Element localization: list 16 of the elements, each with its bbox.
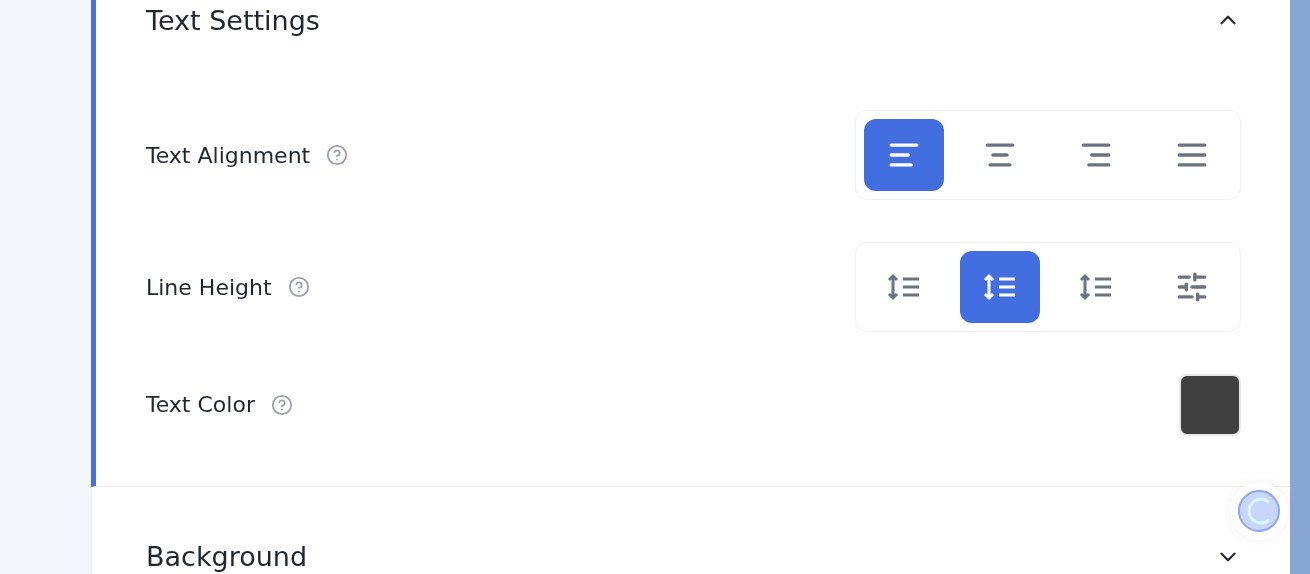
section-title: Background [146,541,308,572]
section-title: Text Settings [146,4,320,36]
setting-label: Text Color [146,392,255,417]
help-icon[interactable] [287,276,310,298]
help-icon[interactable] [326,144,349,166]
help-icon[interactable] [270,393,293,416]
option-button[interactable] [960,251,1040,323]
line-height-icon [1079,272,1113,302]
color-swatch[interactable] [1179,373,1241,436]
line-height-icon [983,272,1017,302]
setting-label: Text Alignment [146,142,311,168]
logo-icon [1236,488,1282,534]
option-button[interactable] [864,119,944,191]
line-height-icon [887,272,921,302]
setting-label: Line Height [146,274,272,300]
sliders-icon [1175,270,1209,304]
